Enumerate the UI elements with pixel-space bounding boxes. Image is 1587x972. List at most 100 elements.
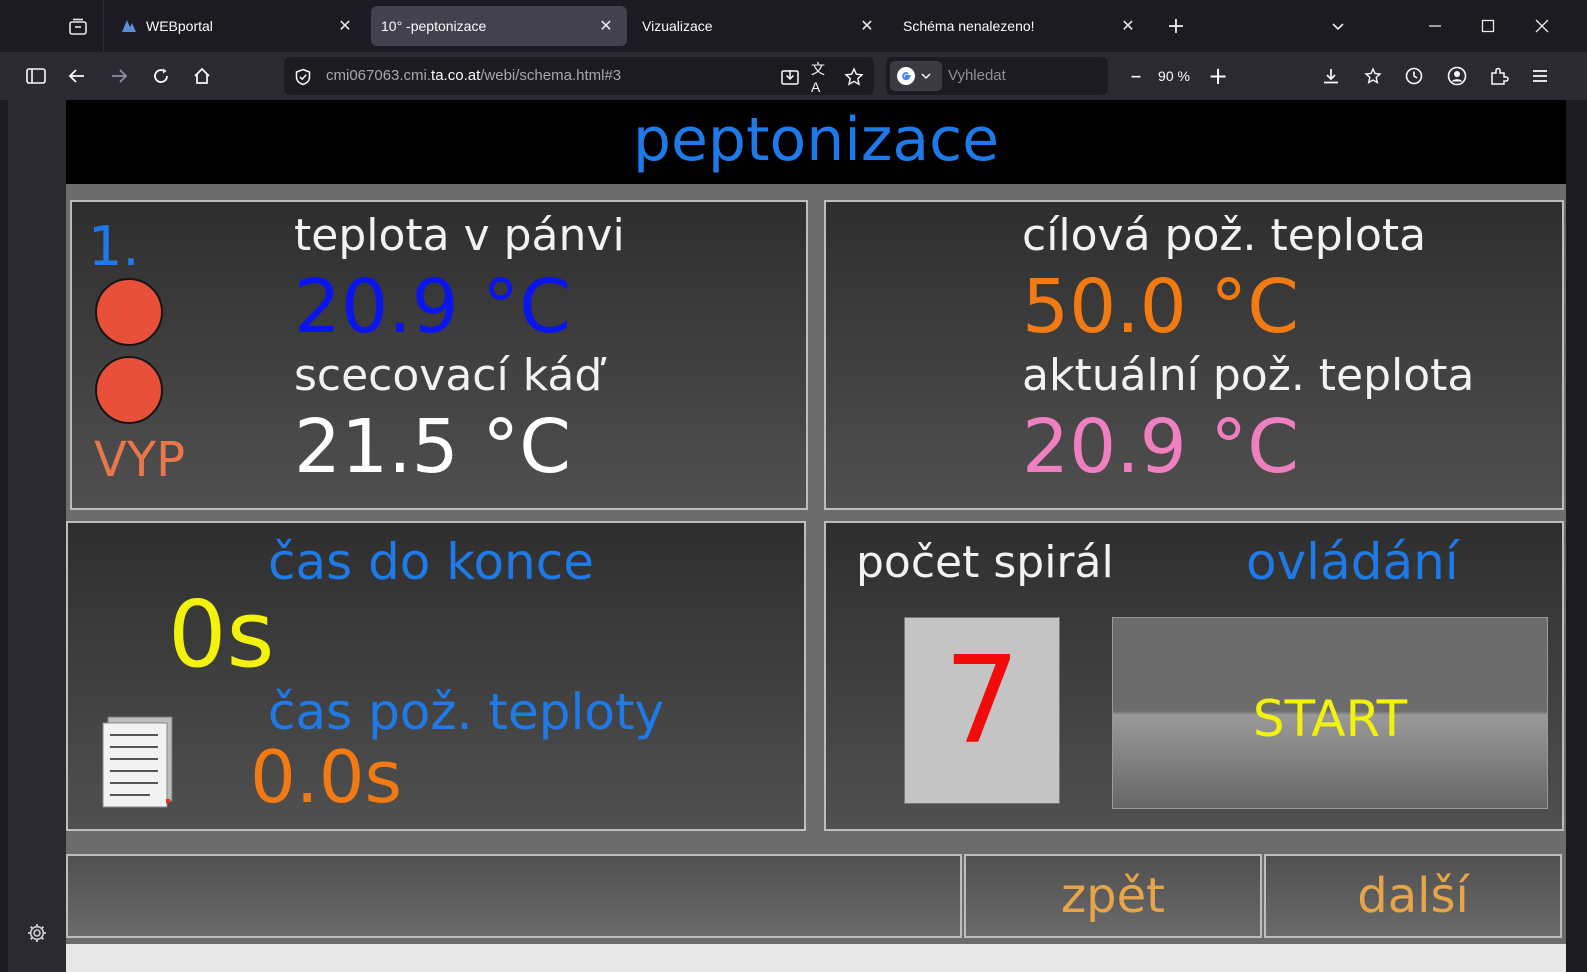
zoom-controls: – 90 % + bbox=[1124, 57, 1248, 95]
translate-icon: 文A bbox=[811, 61, 825, 95]
bookmark-star-icon bbox=[1364, 67, 1382, 84]
pan-temp-value: 20.9 °C bbox=[294, 264, 571, 350]
target-temperature-panel: cílová pož. teplota 50.0 °C aktuální pož… bbox=[824, 200, 1564, 510]
back-nav-button[interactable]: zpět bbox=[964, 854, 1262, 938]
page-header: peptonizace bbox=[66, 100, 1566, 184]
page-bottom-strip bbox=[66, 944, 1566, 972]
downloads-button[interactable] bbox=[1317, 62, 1345, 90]
time-panel: čas do konce 0s čas pož. teploty 0.0s bbox=[66, 521, 806, 831]
control-label: ovládání bbox=[1246, 533, 1459, 591]
spiral-count-input[interactable]: 7 bbox=[904, 617, 1060, 804]
maximize-button[interactable] bbox=[1474, 12, 1502, 40]
tab-label: 10° -peptonizace bbox=[381, 18, 487, 34]
tab-peptonizace[interactable]: 10° -peptonizace ✕ bbox=[371, 6, 627, 46]
tub-status-lamp bbox=[95, 356, 163, 424]
close-window-button[interactable] bbox=[1528, 12, 1556, 40]
download-icon bbox=[1324, 69, 1338, 84]
bookmarks-menu-button[interactable] bbox=[1359, 62, 1387, 90]
start-button-label: START bbox=[1252, 690, 1408, 748]
tab-label: WEBportal bbox=[146, 18, 213, 34]
reload-button[interactable] bbox=[147, 62, 175, 90]
temperature-panel: 1. VYP teplota v pánvi 20.9 °C scecovací… bbox=[70, 200, 808, 510]
zoom-in-button[interactable]: + bbox=[1200, 62, 1236, 90]
site-security-button[interactable] bbox=[292, 66, 314, 88]
home-button[interactable] bbox=[188, 62, 216, 90]
close-tab-icon[interactable]: ✕ bbox=[1117, 15, 1139, 37]
new-tab-button[interactable]: + bbox=[1162, 12, 1190, 40]
app-menu-button[interactable] bbox=[1526, 62, 1554, 90]
tab-schema[interactable]: Schéma nenalezeno! ✕ bbox=[893, 6, 1149, 46]
url-domain: ta.co.at bbox=[431, 67, 481, 84]
search-placeholder: Vyhledat bbox=[948, 67, 1006, 84]
home-icon bbox=[194, 67, 210, 84]
close-tab-icon[interactable]: ✕ bbox=[856, 15, 878, 37]
plus-icon: + bbox=[1166, 13, 1186, 39]
account-button[interactable] bbox=[1443, 62, 1471, 90]
pan-temp-label: teplota v pánvi bbox=[294, 210, 625, 261]
back-nav-label: zpět bbox=[1060, 868, 1165, 924]
tab-separator bbox=[103, 0, 104, 52]
tub-label: scecovací káď bbox=[294, 350, 603, 401]
sidebar-settings-button[interactable] bbox=[26, 922, 48, 944]
google-g-icon bbox=[897, 67, 915, 85]
sidebar-toggle-button[interactable] bbox=[22, 62, 50, 90]
tab-bar: WEBportal ✕ 10° -peptonizace ✕ Vizualiza… bbox=[0, 0, 1587, 52]
target-temp-value: 50.0 °C bbox=[1022, 264, 1299, 350]
start-button[interactable]: START bbox=[1112, 617, 1548, 809]
address-bar[interactable]: cmi067063.cmi.ta.co.at/webi/schema.html#… bbox=[284, 57, 874, 95]
forward-button[interactable] bbox=[105, 62, 133, 90]
close-tab-icon[interactable]: ✕ bbox=[595, 15, 617, 37]
current-temp-label: aktuální pož. teplota bbox=[1022, 350, 1475, 401]
download-to-screen-icon bbox=[781, 70, 799, 85]
navigation-toolbar: cmi067063.cmi.ta.co.at/webi/schema.html#… bbox=[0, 52, 1587, 100]
browser-sidebar bbox=[8, 100, 66, 972]
clock-icon bbox=[1405, 67, 1423, 85]
reload-icon bbox=[154, 68, 168, 83]
arrow-right-icon bbox=[112, 69, 128, 83]
list-all-tabs-button[interactable] bbox=[1324, 12, 1352, 40]
bookmark-star-button[interactable] bbox=[843, 66, 865, 88]
back-button[interactable] bbox=[63, 62, 91, 90]
translate-button[interactable]: 文A bbox=[811, 61, 833, 95]
close-tab-icon[interactable]: ✕ bbox=[334, 15, 356, 37]
tab-vizualizace[interactable]: Vizualizace ✕ bbox=[632, 6, 888, 46]
search-bar[interactable]: Vyhledat bbox=[886, 57, 1108, 95]
history-button[interactable] bbox=[1400, 62, 1428, 90]
next-nav-button[interactable]: další bbox=[1264, 854, 1562, 938]
arrow-left-icon bbox=[68, 69, 84, 83]
pan-status-lamp bbox=[95, 278, 163, 346]
chevron-down-icon bbox=[921, 73, 931, 80]
spiral-count-value: 7 bbox=[943, 632, 1021, 771]
footer-message-area bbox=[66, 854, 962, 938]
url-text[interactable]: cmi067063.cmi.ta.co.at/webi/schema.html#… bbox=[326, 57, 621, 95]
spiral-label: počet spirál bbox=[856, 537, 1114, 588]
log-document-icon[interactable] bbox=[100, 715, 176, 809]
maximize-icon bbox=[1481, 19, 1495, 33]
target-temp-label: cílová pož. teplota bbox=[1022, 210, 1427, 261]
page-title: peptonizace bbox=[632, 105, 1000, 175]
time-left-value: 0s bbox=[168, 581, 275, 688]
current-temp-value: 20.9 °C bbox=[1022, 404, 1299, 490]
tab-webportal[interactable]: WEBportal ✕ bbox=[110, 6, 366, 46]
url-suffix: /webi/schema.html#3 bbox=[480, 67, 622, 84]
url-prefix: cmi067063.cmi. bbox=[326, 67, 432, 84]
tab-list-icon bbox=[69, 18, 87, 35]
close-icon bbox=[1535, 19, 1549, 33]
install-page-button[interactable] bbox=[779, 66, 801, 88]
search-engine-selector[interactable] bbox=[890, 61, 942, 91]
minimize-icon bbox=[1429, 25, 1441, 27]
zoom-level[interactable]: 90 % bbox=[1148, 68, 1200, 84]
sidebar-icon bbox=[26, 68, 46, 84]
tab-label: Vizualizace bbox=[642, 18, 713, 34]
tab-overview-button[interactable] bbox=[58, 10, 98, 44]
temp-time-label: čas pož. teploty bbox=[268, 683, 665, 741]
web-page: peptonizace 1. VYP teplota v pánvi 20.9 … bbox=[66, 100, 1566, 972]
temp-time-value: 0.0s bbox=[250, 735, 403, 819]
account-icon bbox=[1447, 66, 1467, 86]
minimize-button[interactable] bbox=[1421, 12, 1449, 40]
next-nav-label: další bbox=[1357, 868, 1469, 924]
step-number: 1. bbox=[88, 215, 140, 278]
extensions-button[interactable] bbox=[1485, 62, 1513, 90]
time-left-label: čas do konce bbox=[268, 533, 595, 591]
zoom-out-button[interactable]: – bbox=[1124, 64, 1148, 89]
